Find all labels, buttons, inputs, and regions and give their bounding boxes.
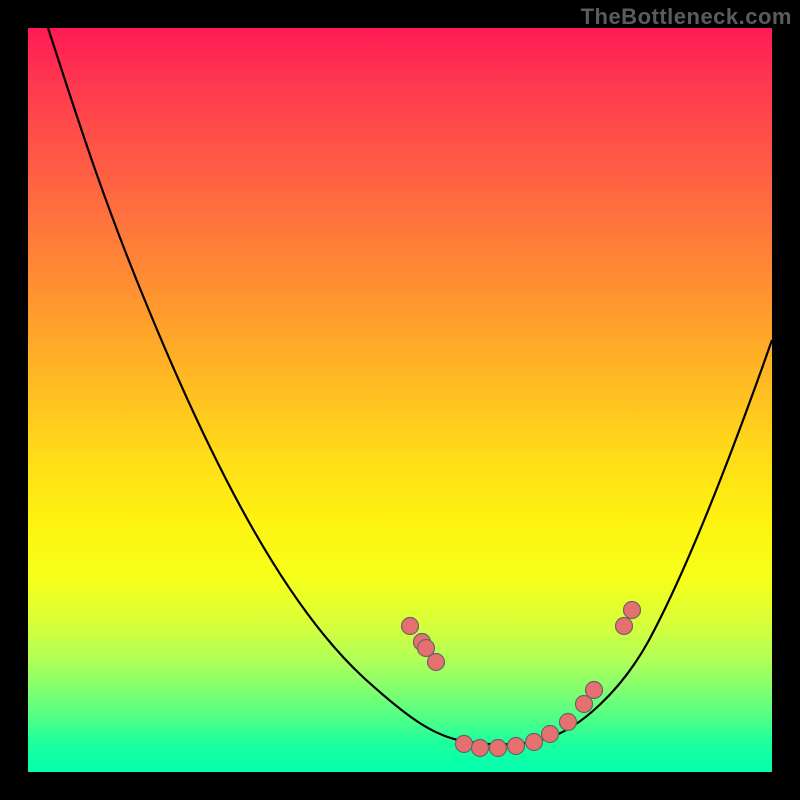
data-marker (472, 740, 489, 757)
data-marker (490, 740, 507, 757)
bottleneck-curve (48, 28, 772, 744)
data-marker (402, 618, 419, 635)
data-marker (526, 734, 543, 751)
plot-area (28, 28, 772, 772)
outer-frame: TheBottleneck.com (0, 0, 800, 800)
data-marker (428, 654, 445, 671)
chart-svg (28, 28, 772, 772)
watermark-text: TheBottleneck.com (581, 4, 792, 30)
data-marker (586, 682, 603, 699)
data-marker (624, 602, 641, 619)
data-marker (542, 726, 559, 743)
data-marker (508, 738, 525, 755)
data-marker (560, 714, 577, 731)
data-marker (456, 736, 473, 753)
data-marker (616, 618, 633, 635)
